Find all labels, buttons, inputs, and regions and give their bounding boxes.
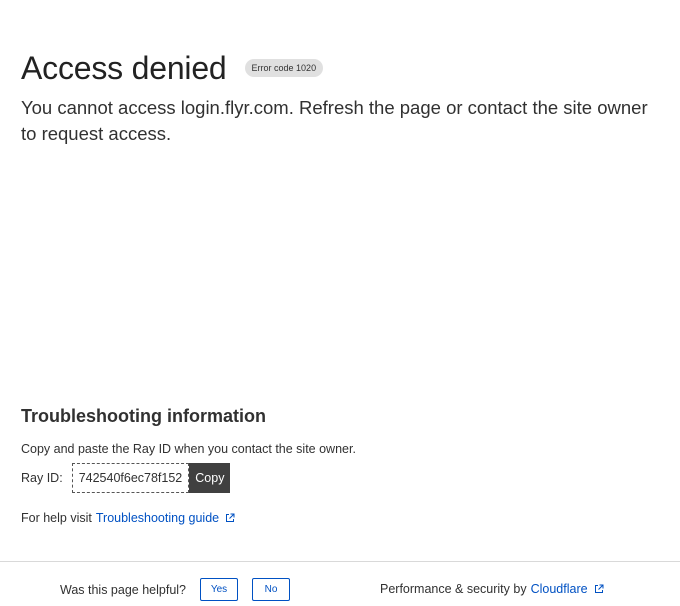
- feedback-row: Was this page helpful? Yes No: [60, 578, 291, 601]
- cloudflare-link[interactable]: Cloudflare: [531, 582, 604, 596]
- error-message: You cannot access login.flyr.com. Refres…: [21, 97, 648, 144]
- copy-button[interactable]: Copy: [189, 463, 231, 493]
- external-link-icon: [594, 584, 604, 593]
- help-row: For help visit Troubleshooting guide: [21, 511, 235, 525]
- feedback-yes-button[interactable]: Yes: [200, 578, 239, 601]
- footer-divider: [0, 561, 680, 562]
- help-prefix: For help visit: [21, 511, 92, 525]
- ray-id-label: Ray ID:: [21, 471, 63, 485]
- ray-id-value[interactable]: 742540f6ec78f152: [71, 463, 190, 493]
- troubleshooting-guide-link[interactable]: Troubleshooting guide: [96, 511, 235, 525]
- powered-prefix: Performance & security by: [380, 582, 527, 596]
- page-title: Access denied: [21, 50, 227, 86]
- ray-id-row: Ray ID: 742540f6ec78f152 Copy: [21, 463, 231, 493]
- external-link-icon: [226, 513, 235, 522]
- error-code-badge: Error code 1020: [244, 58, 324, 77]
- troubleshooting-guide-label: Troubleshooting guide: [95, 511, 220, 525]
- cloudflare-label: Cloudflare: [530, 582, 588, 596]
- feedback-no-button[interactable]: No: [252, 578, 291, 601]
- title-row: Access denied Error code 1020: [21, 50, 324, 87]
- troubleshooting-heading: Troubleshooting information: [21, 406, 266, 426]
- powered-by: Performance & security by Cloudflare: [380, 582, 604, 596]
- troubleshooting-description: Copy and paste the Ray ID when you conta…: [21, 442, 356, 456]
- feedback-question: Was this page helpful?: [60, 582, 187, 597]
